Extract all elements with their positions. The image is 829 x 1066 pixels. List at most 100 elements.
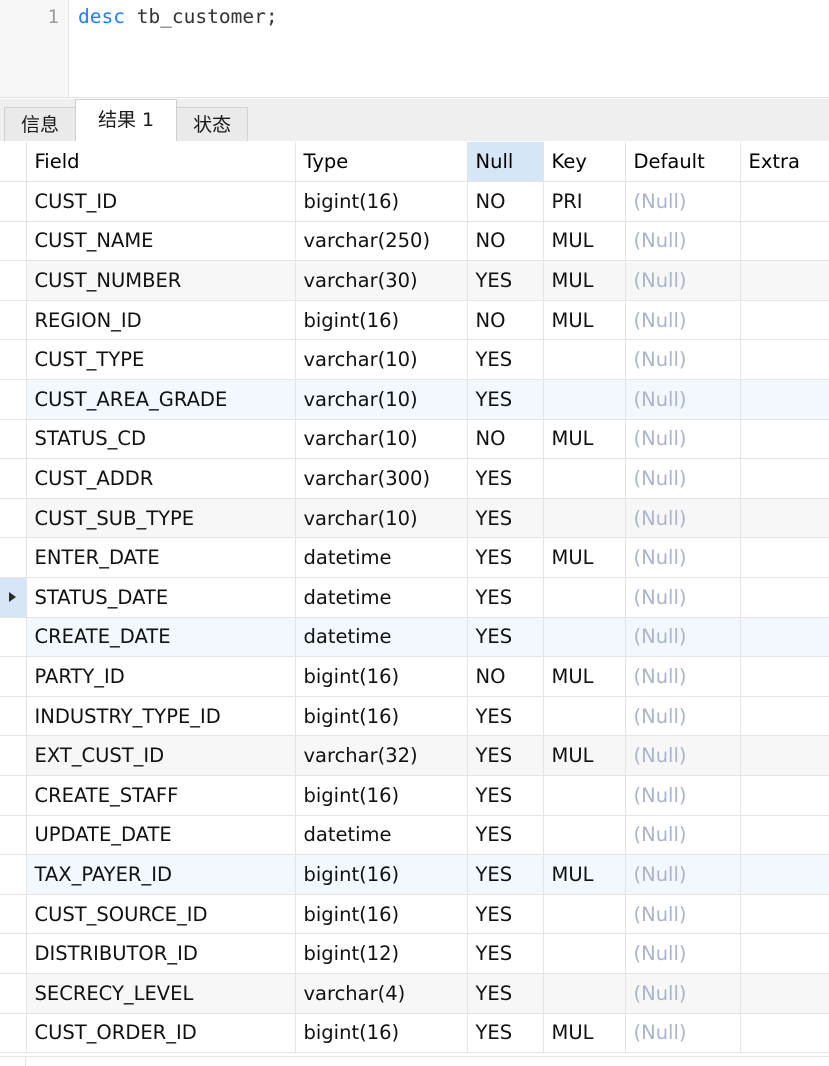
cell-type[interactable]: bigint(16) [295, 300, 468, 341]
cell-null[interactable]: YES [467, 1013, 544, 1054]
table-row[interactable]: CUST_AREA_GRADE varchar(10) YES (Null) [0, 379, 829, 420]
cell-default[interactable]: (Null) [625, 775, 741, 816]
cell-field[interactable]: CUST_AREA_GRADE [26, 379, 296, 420]
cell-null[interactable]: YES [467, 894, 544, 935]
cell-type[interactable]: datetime [295, 577, 468, 618]
cell-field[interactable]: CUST_SUB_TYPE [26, 498, 296, 539]
cell-field[interactable]: SECRECY_LEVEL [26, 973, 296, 1014]
cell-extra[interactable] [740, 458, 829, 499]
cell-extra[interactable] [740, 379, 829, 420]
cell-null[interactable]: NO [467, 300, 544, 341]
cell-null[interactable]: YES [467, 379, 544, 420]
row-gutter-cell[interactable] [0, 973, 27, 1014]
row-gutter-cell[interactable] [0, 815, 27, 856]
cell-field[interactable]: CUST_NUMBER [26, 260, 296, 301]
sql-code-line[interactable]: desc tb_customer; [78, 3, 278, 31]
cell-extra[interactable] [740, 933, 829, 974]
table-row[interactable]: CUST_SOURCE_ID bigint(16) YES (Null) [0, 894, 829, 935]
cell-type[interactable]: varchar(30) [295, 260, 468, 301]
table-row[interactable]: STATUS_DATE datetime YES (Null) [0, 577, 829, 618]
row-gutter-cell[interactable] [0, 419, 27, 460]
row-gutter-cell[interactable] [0, 854, 27, 895]
cell-type[interactable]: bigint(16) [295, 656, 468, 697]
cell-type[interactable]: varchar(10) [295, 339, 468, 381]
cell-extra[interactable] [740, 1013, 829, 1054]
cell-type[interactable]: bigint(16) [295, 854, 468, 895]
row-gutter-cell[interactable] [0, 617, 27, 658]
table-row[interactable]: STATUS_CD varchar(10) NO MUL (Null) [0, 419, 829, 460]
sql-editor[interactable]: 1 desc tb_customer; [0, 0, 829, 98]
table-row[interactable]: INDUSTRY_TYPE_ID bigint(16) YES (Null) [0, 696, 829, 737]
cell-null[interactable]: YES [467, 735, 544, 776]
row-gutter-cell[interactable] [0, 933, 27, 974]
result-grid[interactable]: Field Type Null Key Default Extra CUST_I… [0, 141, 829, 1066]
cell-default[interactable]: (Null) [625, 260, 741, 301]
cell-key[interactable] [543, 339, 626, 381]
column-header-field[interactable]: Field [26, 142, 296, 183]
cell-default[interactable]: (Null) [625, 458, 741, 499]
table-row[interactable]: REGION_ID bigint(16) NO MUL (Null) [0, 300, 829, 341]
column-header-default[interactable]: Default [625, 142, 741, 183]
cell-default[interactable]: (Null) [625, 419, 741, 460]
cell-type[interactable]: varchar(10) [295, 379, 468, 420]
cell-default[interactable]: (Null) [625, 735, 741, 776]
cell-key[interactable] [543, 894, 626, 935]
cell-field[interactable]: ENTER_DATE [26, 537, 296, 579]
cell-field[interactable]: REGION_ID [26, 300, 296, 341]
cell-extra[interactable] [740, 221, 829, 262]
cell-default[interactable]: (Null) [625, 933, 741, 974]
cell-extra[interactable] [740, 775, 829, 816]
cell-key[interactable] [543, 775, 626, 816]
cell-extra[interactable] [740, 419, 829, 460]
cell-null[interactable]: YES [467, 775, 544, 816]
row-gutter-cell[interactable] [0, 221, 27, 262]
cell-field[interactable]: CUST_TYPE [26, 339, 296, 381]
tab-result-1[interactable]: 结果 1 [75, 99, 178, 141]
row-gutter-cell[interactable] [0, 577, 27, 618]
table-row[interactable]: TAX_PAYER_ID bigint(16) YES MUL (Null) [0, 854, 829, 895]
cell-extra[interactable] [740, 537, 829, 579]
cell-key[interactable] [543, 498, 626, 539]
cell-default[interactable]: (Null) [625, 815, 741, 856]
cell-type[interactable]: bigint(16) [295, 181, 468, 222]
cell-type[interactable]: bigint(16) [295, 696, 468, 737]
table-row[interactable]: CREATE_STAFF bigint(16) YES (Null) [0, 775, 829, 816]
cell-default[interactable]: (Null) [625, 221, 741, 262]
cell-key[interactable]: MUL [543, 300, 626, 341]
cell-default[interactable]: (Null) [625, 537, 741, 579]
column-header-type[interactable]: Type [295, 142, 468, 183]
column-header-extra[interactable]: Extra [740, 142, 829, 183]
cell-field[interactable]: EXT_CUST_ID [26, 735, 296, 776]
cell-field[interactable]: CUST_NAME [26, 221, 296, 262]
cell-type[interactable]: bigint(12) [295, 933, 468, 974]
table-row[interactable]: ENTER_DATE datetime YES MUL (Null) [0, 537, 829, 579]
cell-extra[interactable] [740, 815, 829, 856]
cell-null[interactable]: YES [467, 260, 544, 301]
cell-default[interactable]: (Null) [625, 617, 741, 658]
table-row[interactable]: CREATE_DATE datetime YES (Null) [0, 617, 829, 658]
cell-extra[interactable] [740, 656, 829, 697]
cell-type[interactable]: bigint(16) [295, 1013, 468, 1054]
cell-null[interactable]: YES [467, 696, 544, 737]
cell-default[interactable]: (Null) [625, 379, 741, 420]
cell-null[interactable]: NO [467, 656, 544, 697]
table-row[interactable]: CUST_ID bigint(16) NO PRI (Null) [0, 181, 829, 222]
cell-type[interactable]: datetime [295, 617, 468, 658]
table-row[interactable]: CUST_NUMBER varchar(30) YES MUL (Null) [0, 260, 829, 301]
cell-key[interactable] [543, 577, 626, 618]
cell-key[interactable]: MUL [543, 221, 626, 262]
cell-type[interactable]: datetime [295, 537, 468, 579]
cell-null[interactable]: YES [467, 617, 544, 658]
cell-default[interactable]: (Null) [625, 181, 741, 222]
cell-type[interactable]: varchar(10) [295, 498, 468, 539]
cell-field[interactable]: CUST_SOURCE_ID [26, 894, 296, 935]
cell-extra[interactable] [740, 894, 829, 935]
row-gutter-cell[interactable] [0, 1013, 27, 1054]
cell-null[interactable]: YES [467, 815, 544, 856]
cell-key[interactable]: MUL [543, 656, 626, 697]
cell-field[interactable]: DISTRIBUTOR_ID [26, 933, 296, 974]
row-gutter-cell[interactable] [0, 894, 27, 935]
row-gutter-cell[interactable] [0, 339, 27, 381]
cell-key[interactable] [543, 458, 626, 499]
cell-type[interactable]: varchar(250) [295, 221, 468, 262]
